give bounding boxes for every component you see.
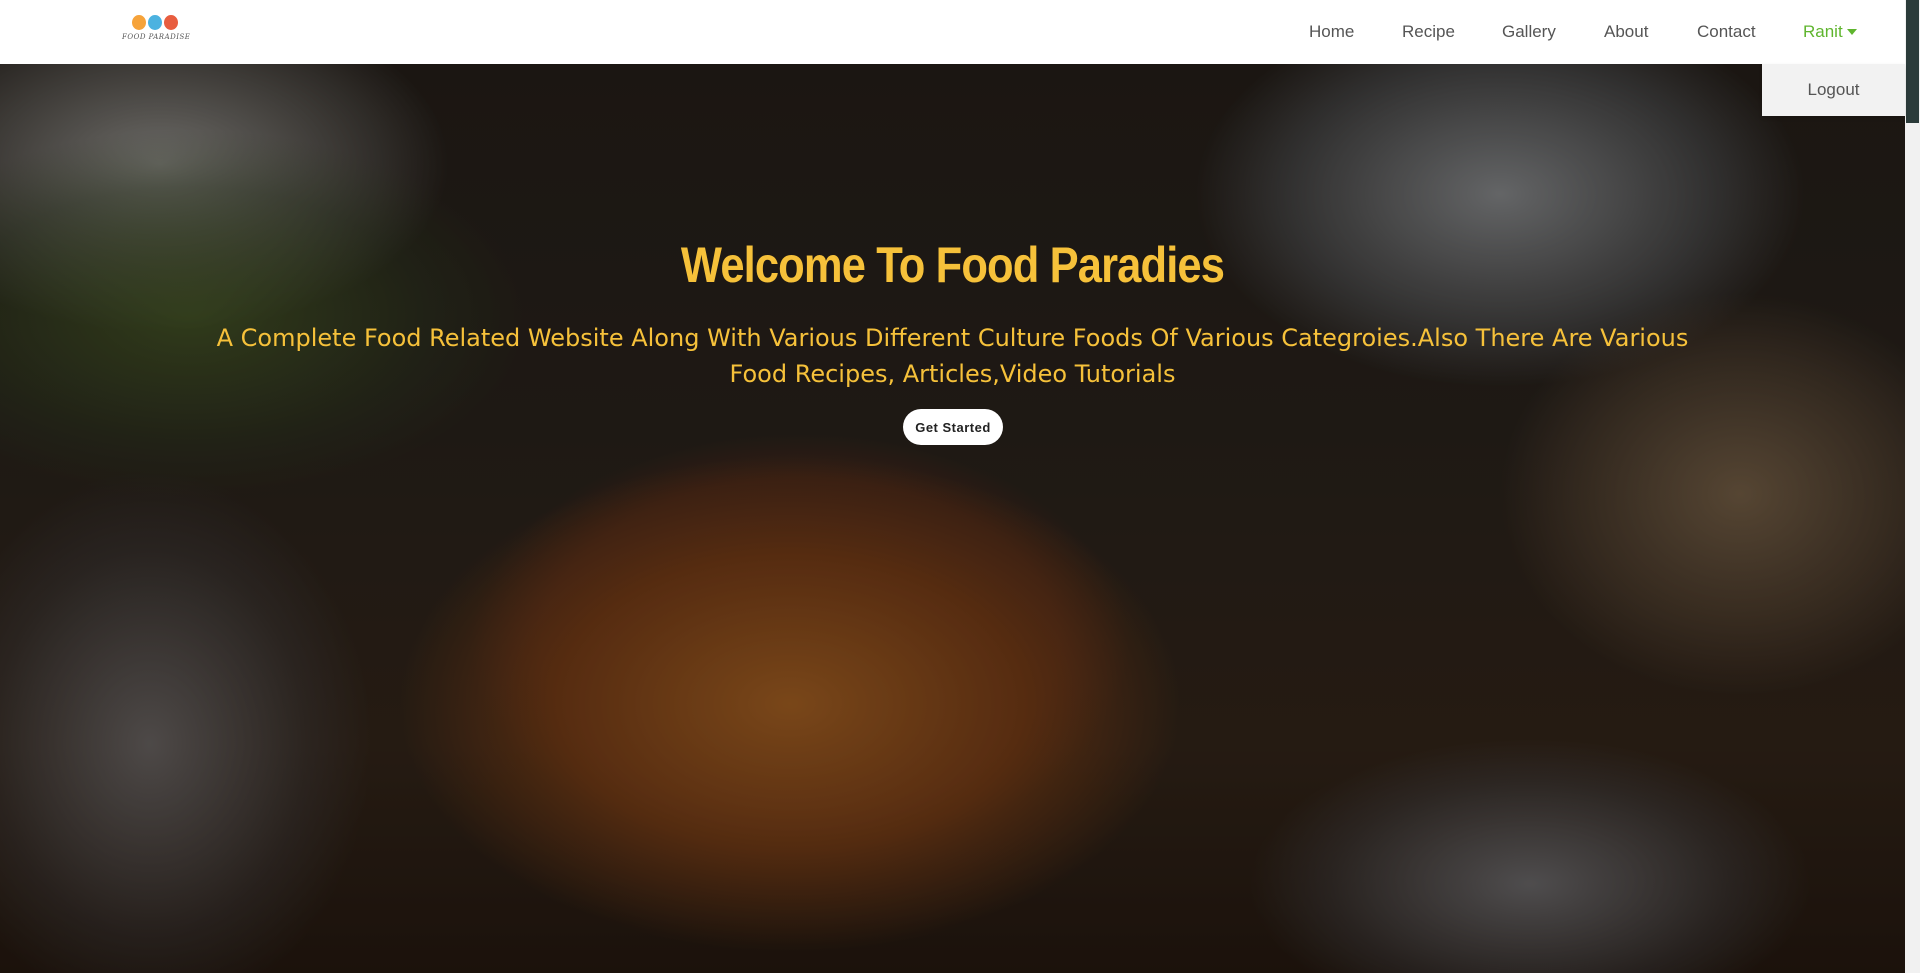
logo-dot-orange: [132, 15, 146, 30]
scrollbar-thumb[interactable]: [1906, 0, 1919, 123]
nav-item-gallery[interactable]: Gallery: [1502, 0, 1556, 64]
nav-item-about[interactable]: About: [1604, 0, 1648, 64]
logo-mark-icon: [132, 15, 178, 33]
nav-item-recipe[interactable]: Recipe: [1402, 0, 1455, 64]
user-name[interactable]: Ranit: [1803, 22, 1843, 42]
logo-text: FOOD PARADISE: [122, 33, 191, 41]
logout-label[interactable]: Logout: [1808, 80, 1860, 100]
nav-item-home[interactable]: Home: [1309, 0, 1354, 64]
logo-dot-blue: [148, 15, 162, 30]
logo-dot-red: [164, 15, 178, 30]
user-dropdown-logout[interactable]: Logout: [1762, 64, 1905, 116]
top-navbar: FOOD PARADISE Home Recipe Gallery About …: [0, 0, 1905, 64]
nav-link-home[interactable]: Home: [1309, 22, 1354, 42]
caret-down-icon: [1846, 29, 1857, 35]
hero-title: Welcome To Food Paradies: [680, 237, 1225, 293]
nav-link-contact[interactable]: Contact: [1697, 22, 1756, 42]
site-logo[interactable]: FOOD PARADISE: [122, 14, 190, 44]
scrollbar-track[interactable]: [1905, 0, 1920, 973]
hero-background-image: [0, 64, 1905, 973]
nav-item-contact[interactable]: Contact: [1697, 0, 1756, 64]
nav-link-recipe[interactable]: Recipe: [1402, 22, 1455, 42]
hero-subtitle: A Complete Food Related Website Along Wi…: [216, 324, 1689, 388]
nav-link-about[interactable]: About: [1604, 22, 1648, 42]
get-started-button[interactable]: Get Started: [903, 409, 1003, 445]
user-menu-toggle[interactable]: Ranit: [1803, 0, 1857, 64]
nav-link-gallery[interactable]: Gallery: [1502, 22, 1556, 42]
